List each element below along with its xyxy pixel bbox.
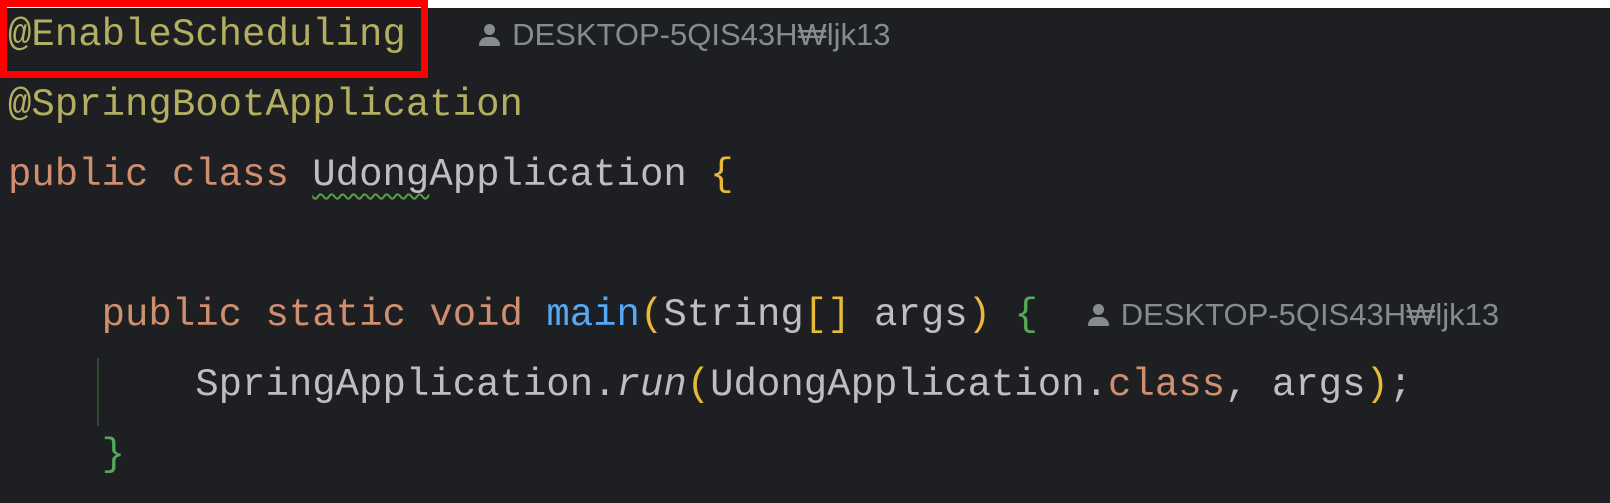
author-inlay-hint[interactable]: DESKTOP-5QIS43H₩ljk13	[1085, 280, 1499, 350]
person-icon	[1085, 302, 1111, 328]
class-name: Application	[429, 153, 687, 197]
argument: , args	[1225, 363, 1366, 407]
argument: UdongApplication.	[710, 363, 1109, 407]
class-name-typo: Udong	[312, 153, 430, 197]
keyword: void	[429, 293, 523, 337]
code-line-5[interactable]: public static void main(String[] args) {…	[8, 280, 1500, 350]
paren: (	[639, 293, 664, 337]
brackets: []	[803, 293, 851, 337]
code-line-6[interactable]: SpringApplication.run(UdongApplication.c…	[8, 350, 1412, 420]
receiver: SpringApplication.	[195, 363, 617, 407]
brace: }	[101, 433, 126, 477]
spring-boot-annotation: @SpringBootApplication	[8, 83, 523, 127]
code-line-7[interactable]: }	[8, 420, 125, 490]
author-name: DESKTOP-5QIS43H₩ljk13	[1120, 297, 1500, 332]
paren: )	[1365, 363, 1389, 407]
paren: )	[967, 293, 992, 337]
code-line-3[interactable]: public class UdongApplication {	[8, 140, 734, 210]
author-inlay-hint[interactable]: DESKTOP-5QIS43H₩ljk13	[476, 0, 891, 70]
semicolon: ;	[1388, 363, 1413, 407]
method-call: run	[616, 363, 687, 407]
type: String	[663, 293, 804, 337]
author-name: DESKTOP-5QIS43H₩ljk13	[512, 17, 891, 52]
keyword: public	[8, 153, 149, 197]
keyword: static	[265, 293, 406, 337]
code-editor[interactable]: @EnableScheduling DESKTOP-5QIS43H₩ljk13 …	[0, 8, 1610, 503]
method-name: main	[546, 293, 640, 337]
param: args	[874, 293, 968, 337]
brace: {	[710, 153, 734, 197]
keyword: class	[1108, 363, 1226, 407]
keyword: class	[171, 153, 289, 197]
brace: {	[1014, 293, 1038, 337]
person-icon	[476, 22, 502, 48]
paren: (	[686, 363, 711, 407]
code-line-2[interactable]: @SpringBootApplication	[8, 70, 523, 140]
highlight-box	[0, 0, 428, 78]
keyword: public	[101, 293, 243, 337]
